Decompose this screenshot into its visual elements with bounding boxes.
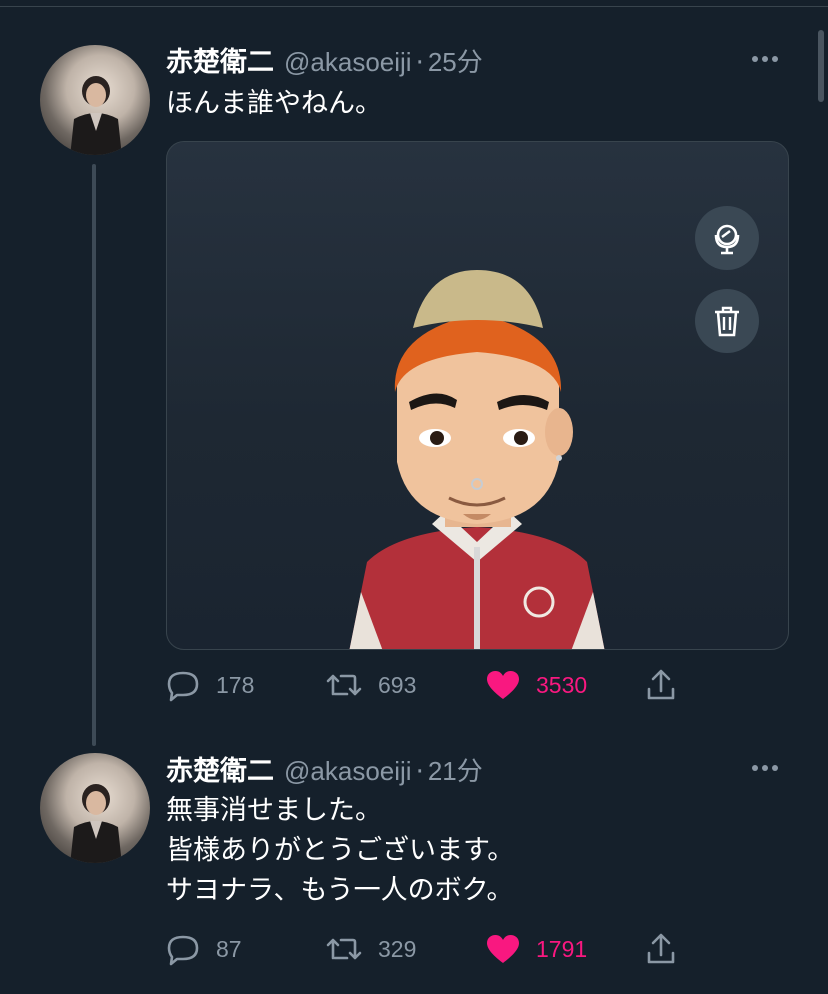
reply-icon [167, 671, 199, 702]
more-icon[interactable] [752, 763, 784, 773]
more-icon[interactable] [752, 54, 784, 64]
avatar-3d-image [349, 270, 605, 649]
reply-icon [167, 935, 199, 966]
avatar[interactable] [40, 45, 150, 155]
separator-dot: · [415, 48, 424, 78]
profile-photo [70, 784, 122, 863]
tweet-text: 無事消せました。 皆様ありがとうございます。 サヨナラ、もう一人のボク。 [166, 791, 514, 911]
retweet-icon [326, 938, 362, 960]
retweet-count: 329 [378, 935, 417, 962]
share-button[interactable] [646, 929, 676, 969]
thread-connector-line [92, 164, 96, 746]
tweet-header: 赤楚衛二 @akasoeiji · 21分 [166, 749, 483, 788]
delete-button[interactable] [695, 289, 759, 353]
mirror-button[interactable] [695, 206, 759, 270]
display-name[interactable]: 赤楚衛二 [166, 749, 274, 788]
like-button[interactable]: 3530 [486, 665, 587, 705]
separator-dot: · [415, 757, 424, 787]
tweet-text-line: サヨナラ、もう一人のボク。 [166, 875, 514, 906]
avatar[interactable] [40, 753, 150, 863]
timestamp[interactable]: 21分 [428, 751, 483, 788]
timestamp[interactable]: 25分 [428, 42, 483, 79]
tweet-text-line: 皆様ありがとうございます。 [166, 835, 515, 866]
share-button[interactable] [646, 665, 676, 705]
profile-photo [70, 76, 122, 155]
tweet-actions: 87 329 1791 [166, 929, 706, 969]
reply-button[interactable]: 87 [166, 929, 242, 969]
like-count: 1791 [536, 935, 588, 962]
reply-button[interactable]: 178 [166, 665, 254, 705]
reply-count: 178 [216, 671, 255, 698]
user-handle[interactable]: @akasoeiji [284, 47, 412, 78]
tweet-actions: 178 693 3530 [166, 665, 706, 705]
reply-count: 87 [216, 935, 242, 962]
trash-icon [715, 306, 739, 337]
tweet-text: ほんま誰やねん。 [166, 88, 382, 119]
retweet-count: 693 [378, 671, 417, 698]
display-name[interactable]: 赤楚衛二 [166, 40, 274, 79]
mirror-icon [714, 224, 740, 255]
like-button[interactable]: 1791 [486, 929, 587, 969]
retweet-icon [326, 674, 362, 696]
retweet-button[interactable]: 329 [326, 929, 416, 969]
scrollbar[interactable] [818, 30, 824, 102]
tweet-text-line: 無事消せました。 [166, 795, 382, 826]
share-icon [647, 669, 675, 700]
tweet-media-image[interactable] [166, 141, 789, 650]
heart-icon [487, 671, 519, 699]
retweet-button[interactable]: 693 [326, 665, 416, 705]
like-count: 3530 [536, 671, 588, 698]
tweet-header: 赤楚衛二 @akasoeiji · 25分 [166, 40, 483, 79]
top-divider [0, 6, 828, 7]
user-handle[interactable]: @akasoeiji [284, 756, 412, 787]
share-icon [647, 933, 675, 964]
heart-icon [487, 935, 519, 963]
